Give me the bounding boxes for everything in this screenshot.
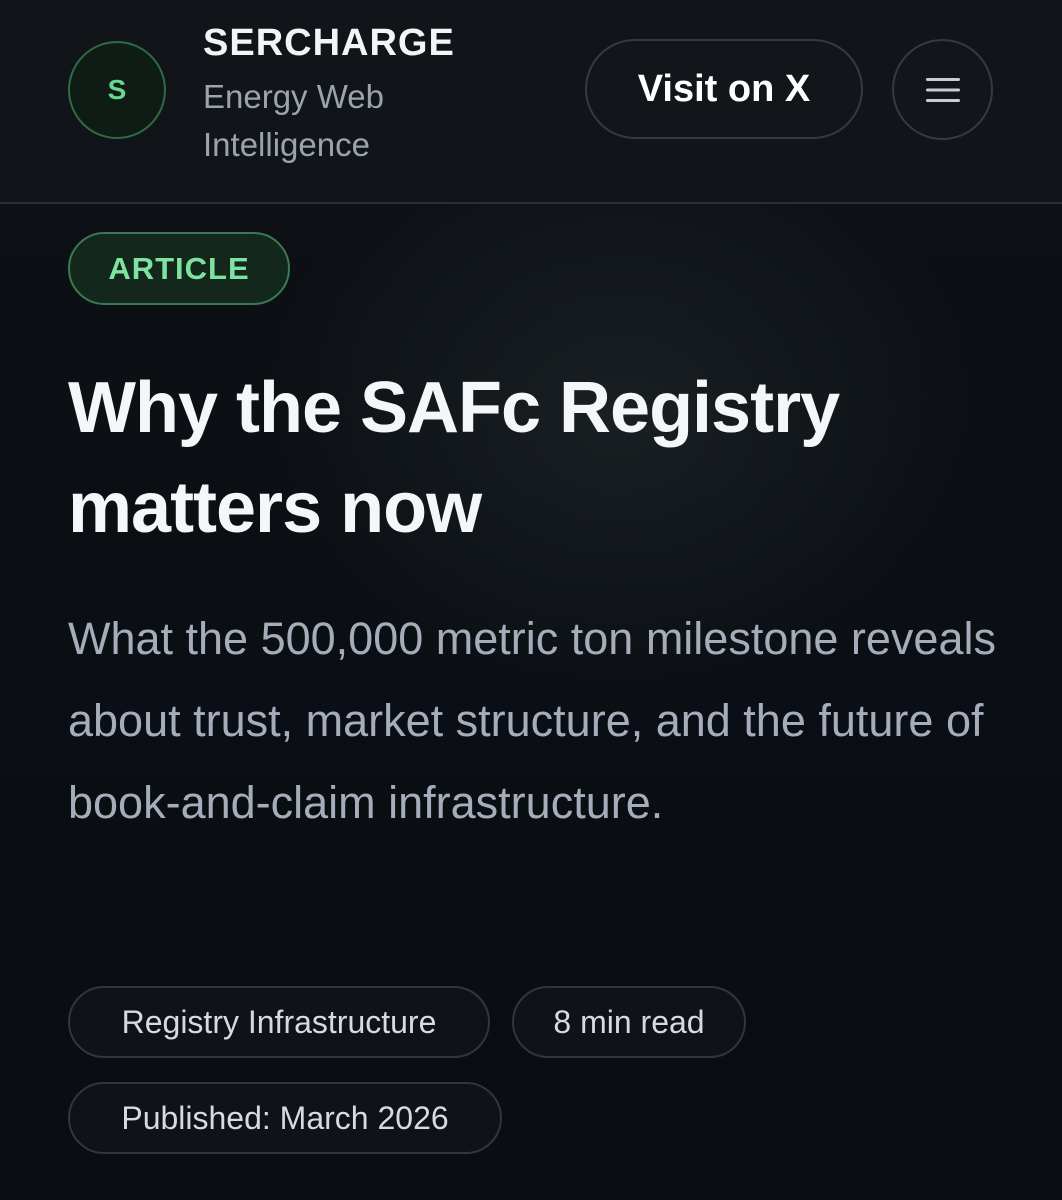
article-page: S SERCHARGE Energy Web Intelligence Visi… bbox=[0, 0, 1062, 1200]
article-subtitle: What the 500,000 metric ton milestone re… bbox=[68, 613, 996, 828]
brand-logo-letter: S bbox=[107, 74, 127, 105]
category-tag[interactable]: Registry Infrastructure bbox=[68, 986, 490, 1058]
read-time-label: 8 min read bbox=[553, 1003, 705, 1040]
article-title: Why the SAFc Registry matters now bbox=[68, 368, 840, 548]
read-time-tag: 8 min read bbox=[512, 986, 746, 1058]
site-header: S SERCHARGE Energy Web Intelligence Visi… bbox=[0, 0, 1062, 204]
article-badge: ARTICLE bbox=[68, 232, 290, 305]
category-tag-label: Registry Infrastructure bbox=[121, 1003, 437, 1040]
published-date-label: Published: March 2026 bbox=[121, 1099, 449, 1136]
visit-on-x-label: Visit on X bbox=[637, 67, 811, 110]
brand-name[interactable]: SERCHARGE bbox=[203, 22, 455, 65]
published-date-tag: Published: March 2026 bbox=[68, 1082, 502, 1154]
menu-button[interactable] bbox=[892, 39, 993, 140]
brand-tagline: Energy Web Intelligence bbox=[203, 78, 384, 163]
hamburger-menu-icon bbox=[925, 77, 960, 102]
brand-logo[interactable]: S bbox=[68, 41, 166, 139]
article-badge-label: ARTICLE bbox=[108, 250, 250, 286]
visit-on-x-button[interactable]: Visit on X bbox=[585, 39, 863, 139]
